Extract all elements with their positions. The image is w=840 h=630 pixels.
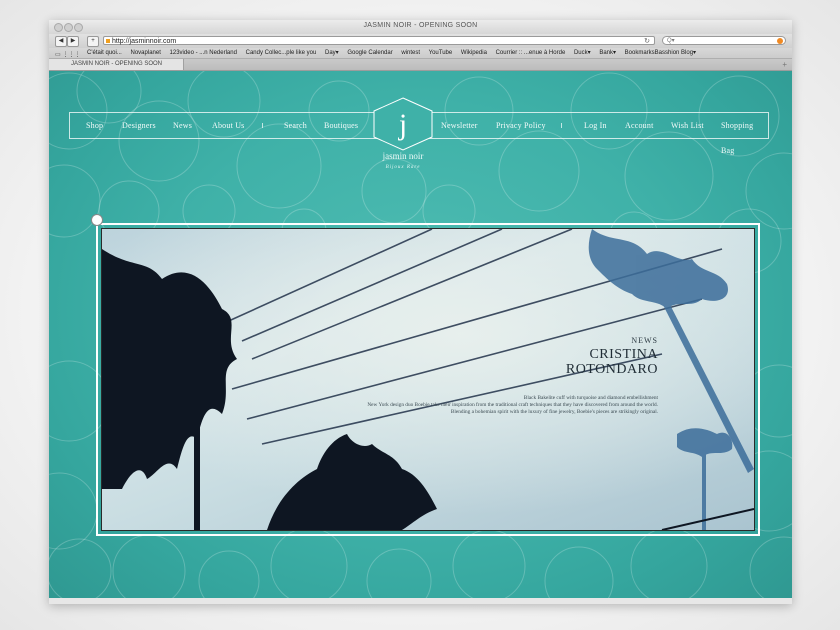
nav-account[interactable]: Account xyxy=(625,113,654,138)
logo-tagline: Bijoux Rare xyxy=(385,165,421,170)
nav-newsletter[interactable]: Newsletter xyxy=(441,113,478,138)
new-tab-button[interactable]: + xyxy=(782,59,787,70)
bookmark-item[interactable]: Candy Collec...ple like you xyxy=(246,50,317,56)
address-bar[interactable]: http://jasminnoir.com ↻ xyxy=(103,36,655,45)
nav-boutiques[interactable]: Boutiques xyxy=(324,113,358,138)
news-desc-line-3: Blending a bohemian spirit with the luxu… xyxy=(450,409,658,416)
address-text: http://jasminnoir.com xyxy=(112,38,177,45)
nav-log-in[interactable]: Log In xyxy=(584,113,607,138)
nav-news[interactable]: News xyxy=(173,113,192,138)
site-favicon-icon xyxy=(106,39,110,43)
bookmark-item[interactable]: Google Calendar xyxy=(347,50,392,56)
web-page: Shop Designers News About Us Search Bout… xyxy=(49,71,792,604)
window-title: JASMIN NOIR - OPENING SOON xyxy=(363,22,478,29)
nav-designers[interactable]: Designers xyxy=(122,113,156,138)
search-engine-icon xyxy=(777,38,783,44)
news-section-label: NEWS xyxy=(631,336,658,345)
news-description: Black Bakelite cuff with turquoise and d… xyxy=(268,395,658,417)
search-placeholder: Q▾ xyxy=(667,38,675,44)
bookmark-item[interactable]: wintest xyxy=(401,50,420,56)
bookmark-list: C'était quoi... Novaplanet 123video - ..… xyxy=(87,48,703,58)
news-title[interactable]: CRISTINA ROTONDARO xyxy=(566,347,658,377)
bookmark-item[interactable]: C'était quoi... xyxy=(87,50,122,56)
palm-photo xyxy=(102,229,754,530)
news-title-line-1: CRISTINA xyxy=(589,347,658,362)
tab-bar: JASMIN NOIR - OPENING SOON + xyxy=(49,59,792,71)
hero-banner[interactable]: NEWS CRISTINA ROTONDARO Black Bakelite c… xyxy=(96,223,760,536)
page-footer-strip xyxy=(49,598,792,604)
jasmin-noir-logo[interactable]: j xyxy=(370,96,436,152)
add-bookmark-button[interactable]: + xyxy=(87,36,99,47)
tab-jasmin-noir[interactable]: JASMIN NOIR - OPENING SOON xyxy=(49,59,184,70)
nav-shop[interactable]: Shop xyxy=(86,113,103,138)
bookmark-item[interactable]: Bank▾ xyxy=(599,50,616,56)
nav-divider xyxy=(262,123,263,128)
bookmark-item[interactable]: 123video - ...n Nederland xyxy=(170,50,237,56)
nav-about-us[interactable]: About Us xyxy=(212,113,245,138)
bookmark-item[interactable]: Courrier :: ...enue à Horde xyxy=(496,50,566,56)
nav-shopping-bag[interactable]: Shopping Bag xyxy=(721,113,768,155)
bookmarks-bar: ▭ ⋮⋮⋮ C'était quoi... Novaplanet 123vide… xyxy=(49,48,792,59)
forward-button[interactable]: ▶ xyxy=(67,36,79,47)
nav-wish-list[interactable]: Wish List xyxy=(671,113,704,138)
news-title-line-2: ROTONDARO xyxy=(565,362,658,377)
browser-window: JASMIN NOIR - OPENING SOON ◀ ▶ + http://… xyxy=(49,20,792,604)
bookmark-item[interactable]: BookmarksBasshion Blog▾ xyxy=(625,50,696,56)
bookmark-item[interactable]: YouTube xyxy=(429,50,453,56)
reload-icon[interactable]: ↻ xyxy=(644,37,650,46)
bookmark-item[interactable]: Duck▾ xyxy=(574,50,591,56)
title-bar: JASMIN NOIR - OPENING SOON xyxy=(49,20,792,35)
hero-image: NEWS CRISTINA ROTONDARO Black Bakelite c… xyxy=(101,228,755,531)
bookmark-item[interactable]: Novaplanet xyxy=(131,50,161,56)
resize-handle[interactable] xyxy=(91,214,103,226)
nav-divider xyxy=(561,123,562,128)
bookmark-item[interactable]: Day▾ xyxy=(325,50,339,56)
bookmark-item[interactable]: Wikipedia xyxy=(461,50,487,56)
back-button[interactable]: ◀ xyxy=(55,36,67,47)
logo-name: jasmin noir xyxy=(382,151,424,161)
nav-privacy-policy[interactable]: Privacy Policy xyxy=(496,113,546,138)
browser-toolbar: ◀ ▶ + http://jasminnoir.com ↻ Q▾ xyxy=(49,34,792,48)
search-field[interactable]: Q▾ xyxy=(662,36,786,45)
nav-search[interactable]: Search xyxy=(284,113,307,138)
logo-letter: j xyxy=(398,108,407,141)
